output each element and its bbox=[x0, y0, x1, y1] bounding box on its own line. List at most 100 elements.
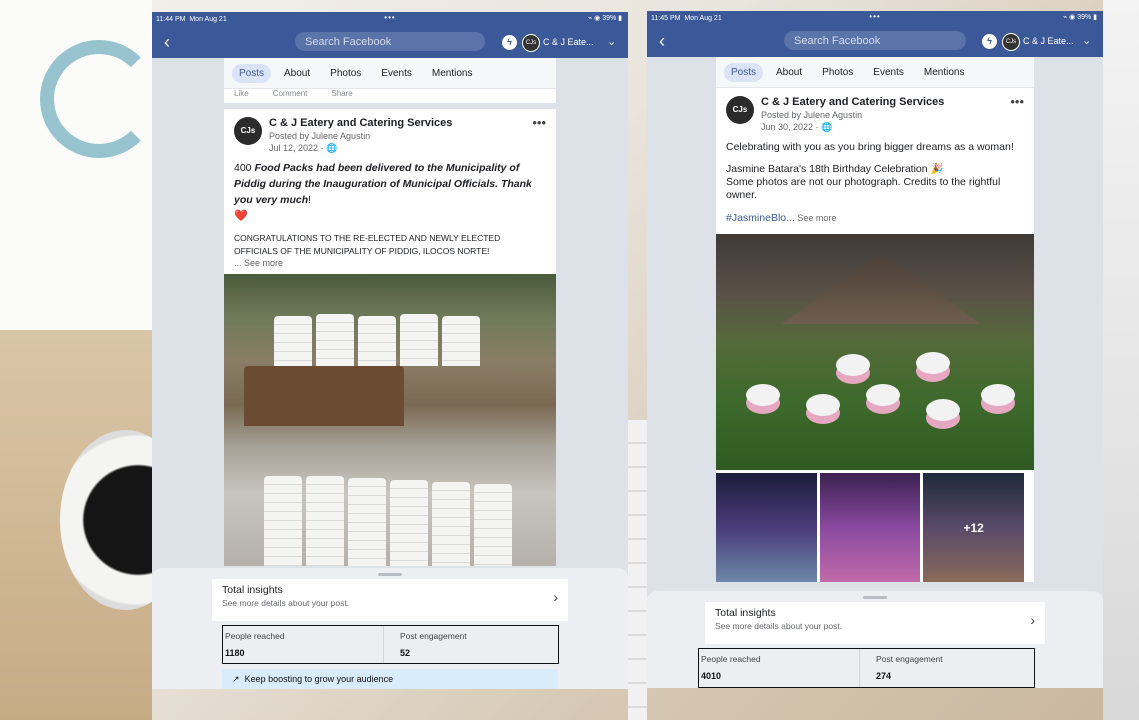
tent-roof bbox=[781, 254, 981, 324]
thumbnail-photo[interactable] bbox=[819, 473, 921, 582]
people-reached-metric: People reached 4010 bbox=[699, 649, 859, 687]
chevron-down-icon[interactable]: ⌄ bbox=[607, 35, 616, 48]
tab-events[interactable]: Events bbox=[866, 63, 911, 82]
messenger-icon[interactable]: ϟ bbox=[982, 34, 997, 49]
wooden-bench bbox=[244, 366, 404, 426]
stack bbox=[474, 484, 512, 566]
chevron-right-icon[interactable]: › bbox=[553, 589, 558, 605]
page-tabs: Posts About Photos Events Mentions bbox=[716, 57, 1034, 88]
table bbox=[981, 384, 1015, 406]
posted-by: Posted by Julene Agustin bbox=[269, 131, 371, 141]
post-engagement-metric: Post engagement 52 bbox=[383, 626, 558, 663]
status-time: 11:45 PM bbox=[651, 14, 681, 22]
tab-photos[interactable]: Photos bbox=[323, 64, 368, 83]
facebook-top-bar: ‹ Search Facebook ϟ CJs C & J Eate... ⌄ bbox=[647, 25, 1103, 57]
photo-thumbnails: +12 bbox=[716, 473, 1025, 582]
boost-banner[interactable]: ↗ Keep boosting to grow your audience bbox=[222, 669, 558, 689]
post-text-line2: Jasmine Batara's 18th Birthday Celebrati… bbox=[726, 163, 944, 175]
right-screenshot: 11:45 PM Mon Aug 21 ••• ⌁ ◉ 39% ▮ ‹ Sear… bbox=[647, 11, 1103, 688]
desk-right-edge bbox=[1103, 0, 1139, 720]
chevron-down-icon[interactable]: ⌄ bbox=[1082, 34, 1091, 47]
posted-by: Posted by Julene Agustin bbox=[761, 110, 863, 120]
multitask-dots-icon[interactable]: ••• bbox=[869, 12, 880, 21]
stack bbox=[400, 314, 438, 366]
back-arrow-icon[interactable]: ‹ bbox=[154, 32, 180, 53]
post-engagement-label: Post engagement bbox=[876, 654, 943, 664]
post-engagement-metric: Post engagement 274 bbox=[859, 649, 1034, 687]
table bbox=[926, 399, 960, 421]
stack bbox=[442, 316, 480, 366]
thumbnail-more-photos[interactable]: +12 bbox=[923, 473, 1025, 582]
page-avatar[interactable]: CJs bbox=[522, 34, 540, 52]
messenger-icon[interactable]: ϟ bbox=[502, 35, 517, 50]
people-reached-value: 4010 bbox=[701, 671, 722, 681]
tab-photos[interactable]: Photos bbox=[815, 63, 860, 82]
post-text-line1: Celebrating with you as you bring bigger… bbox=[726, 141, 1014, 153]
post-card: CJs C & J Eatery and Catering Services P… bbox=[224, 109, 556, 566]
post-page-name[interactable]: C & J Eatery and Catering Services bbox=[269, 117, 452, 129]
more-photos-count: +12 bbox=[963, 520, 984, 535]
tab-mentions[interactable]: Mentions bbox=[425, 64, 480, 83]
post-page-name[interactable]: C & J Eatery and Catering Services bbox=[761, 96, 944, 108]
sheet-handle[interactable] bbox=[378, 573, 402, 576]
stack bbox=[390, 480, 428, 566]
insights-subtitle: See more details about your post. bbox=[222, 598, 350, 608]
post-card: CJs C & J Eatery and Catering Services P… bbox=[716, 88, 1034, 582]
more-options-icon[interactable]: ••• bbox=[532, 115, 546, 130]
stack bbox=[306, 476, 344, 566]
search-input[interactable]: Search Facebook bbox=[784, 31, 966, 50]
globe-icon: 🌐 bbox=[821, 122, 833, 132]
swirl-decoration bbox=[40, 40, 158, 158]
status-time: 11:44 PM bbox=[156, 15, 186, 23]
tab-mentions[interactable]: Mentions bbox=[917, 63, 972, 82]
more-options-icon[interactable]: ••• bbox=[1010, 94, 1024, 109]
comment-button[interactable]: Comment bbox=[273, 89, 308, 103]
facebook-top-bar: ‹ Search Facebook ϟ CJs C & J Eate... ⌄ bbox=[152, 26, 628, 58]
chevron-right-icon[interactable]: › bbox=[1030, 612, 1035, 628]
post-date[interactable]: Jun 30, 2022 · 🌐 bbox=[761, 122, 944, 133]
see-more-link[interactable]: See more bbox=[795, 213, 836, 223]
insights-subtitle: See more details about your post. bbox=[715, 621, 843, 631]
sheet-handle[interactable] bbox=[863, 596, 887, 599]
tab-events[interactable]: Events bbox=[374, 64, 419, 83]
back-arrow-icon[interactable]: ‹ bbox=[649, 31, 675, 52]
post-date[interactable]: Jul 12, 2022 · 🌐 bbox=[269, 143, 452, 154]
metrics-box: People reached 4010 Post engagement 274 bbox=[698, 648, 1035, 688]
status-bar: 11:45 PM Mon Aug 21 ••• ⌁ ◉ 39% ▮ bbox=[647, 11, 1103, 25]
post-engagement-value: 274 bbox=[876, 671, 892, 681]
insights-title: Total insights bbox=[715, 607, 776, 619]
tab-about[interactable]: About bbox=[277, 64, 317, 83]
page-avatar[interactable]: CJs bbox=[1002, 33, 1020, 51]
share-button[interactable]: Share bbox=[331, 89, 352, 103]
event-main-photo[interactable] bbox=[716, 234, 1034, 470]
like-button[interactable]: Like bbox=[234, 89, 249, 103]
stack bbox=[432, 482, 470, 566]
total-insights-row[interactable]: Total insights See more details about yo… bbox=[705, 602, 1045, 644]
tab-posts[interactable]: Posts bbox=[724, 62, 764, 82]
hashtag-link[interactable]: #JasmineBlo... bbox=[726, 212, 795, 224]
search-input[interactable]: Search Facebook bbox=[295, 32, 485, 51]
page-switcher-name[interactable]: C & J Eate... bbox=[1023, 36, 1074, 46]
table bbox=[746, 384, 780, 406]
tab-posts[interactable]: Posts bbox=[232, 63, 272, 83]
multitask-dots-icon[interactable]: ••• bbox=[384, 13, 395, 22]
post-text-line3: Some photos are not our photograph. Cred… bbox=[726, 176, 1001, 201]
tab-about[interactable]: About bbox=[769, 63, 809, 82]
stack bbox=[316, 314, 354, 366]
heart-emoji: ❤️ bbox=[234, 210, 248, 222]
see-more-link[interactable]: ... See more bbox=[234, 258, 546, 268]
table bbox=[866, 384, 900, 406]
stack bbox=[264, 476, 302, 566]
page-logo[interactable]: CJs bbox=[234, 117, 262, 145]
stack bbox=[274, 316, 312, 366]
page-content: Posts About Photos Events Mentions CJs C… bbox=[716, 57, 1034, 582]
total-insights-row[interactable]: Total insights See more details about yo… bbox=[212, 579, 568, 621]
food-packs-photo[interactable] bbox=[224, 274, 556, 566]
metrics-box: People reached 1180 Post engagement 52 bbox=[222, 625, 559, 664]
post-text: 400 Food Packs had been delivered to the… bbox=[234, 160, 546, 224]
status-date: Mon Aug 21 bbox=[684, 14, 722, 22]
people-reached-value: 1180 bbox=[225, 648, 245, 658]
page-logo[interactable]: CJs bbox=[726, 96, 754, 124]
thumbnail-photo[interactable] bbox=[716, 473, 817, 582]
page-switcher-name[interactable]: C & J Eate... bbox=[543, 37, 594, 47]
